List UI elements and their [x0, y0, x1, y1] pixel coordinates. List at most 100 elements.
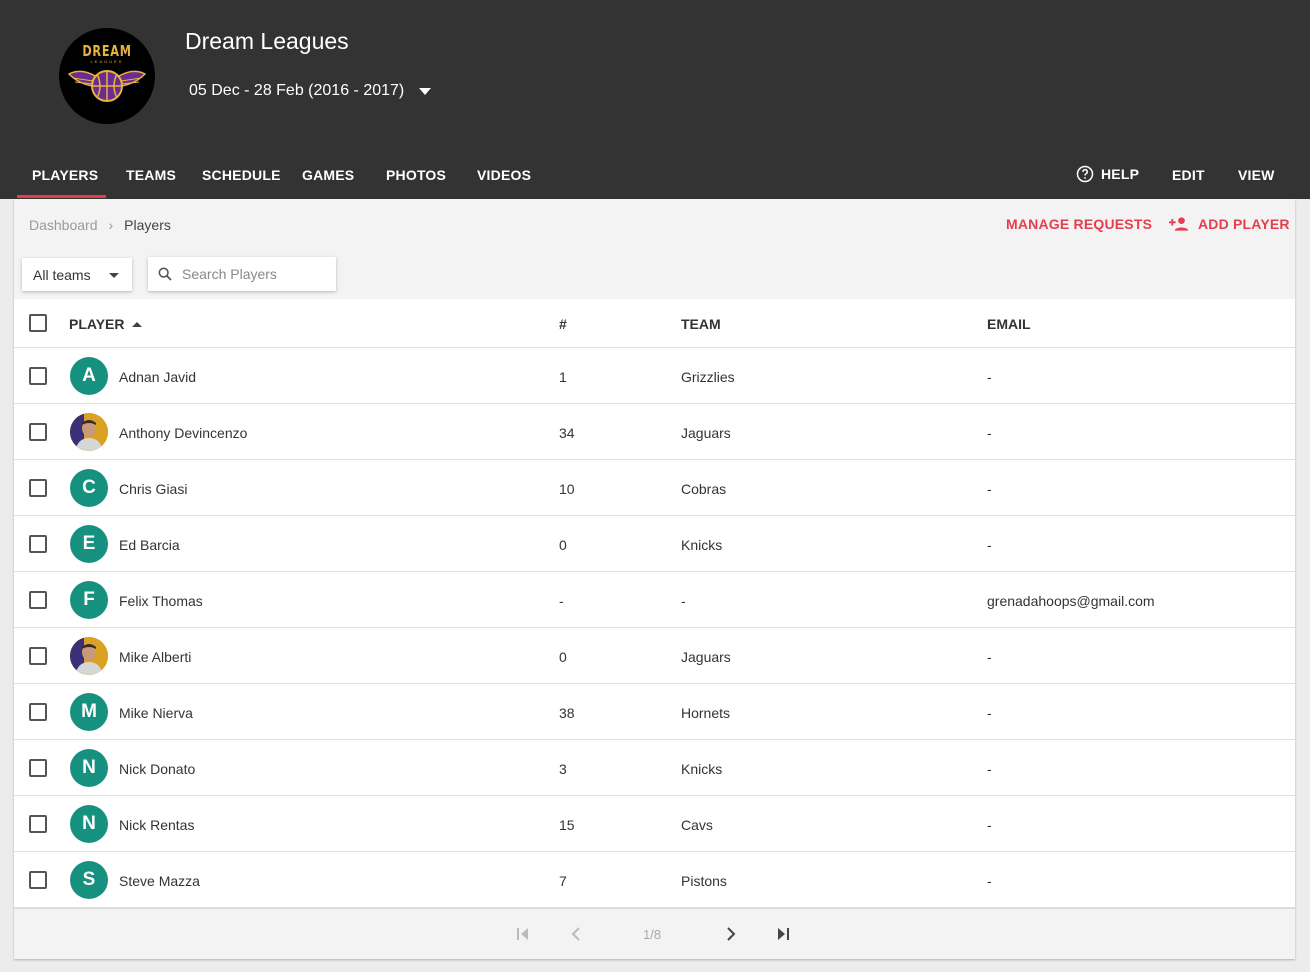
- add-player-button[interactable]: ADD PLAYER: [1169, 216, 1290, 232]
- caret-down-icon: [419, 87, 432, 95]
- player-photo-icon: [70, 413, 108, 451]
- player-avatar: N: [70, 805, 108, 843]
- league-logo: DREAM LEAGUES: [59, 28, 155, 124]
- player-number: 7: [559, 873, 567, 889]
- first-page-icon[interactable]: [516, 926, 530, 942]
- player-email: -: [987, 873, 992, 889]
- player-avatar: [70, 637, 108, 675]
- player-name[interactable]: Mike Alberti: [119, 649, 191, 665]
- search-field[interactable]: [148, 257, 336, 291]
- row-checkbox[interactable]: [29, 759, 47, 777]
- search-input[interactable]: [182, 266, 322, 282]
- view-button[interactable]: VIEW: [1238, 167, 1275, 183]
- sort-ascending-icon: [131, 322, 142, 327]
- previous-page-icon[interactable]: [570, 926, 582, 942]
- avatar-initial: N: [82, 757, 96, 778]
- player-team: Grizzlies: [681, 369, 735, 385]
- player-name[interactable]: Mike Nierva: [119, 705, 193, 721]
- table-row[interactable]: A Adnan Javid 1 Grizzlies -: [14, 348, 1295, 404]
- player-email: -: [987, 705, 992, 721]
- avatar-initial: A: [82, 365, 96, 386]
- player-avatar: S: [70, 861, 108, 899]
- player-avatar: N: [70, 749, 108, 787]
- avatar-initial: E: [82, 533, 96, 554]
- player-team: Jaguars: [681, 425, 731, 441]
- column-header-player[interactable]: PLAYER: [69, 316, 142, 332]
- column-header-team: TEAM: [681, 316, 721, 332]
- row-checkbox[interactable]: [29, 871, 47, 889]
- player-number: 34: [559, 425, 575, 441]
- player-name[interactable]: Steve Mazza: [119, 873, 200, 889]
- player-email: -: [987, 761, 992, 777]
- table-row[interactable]: S Steve Mazza 7 Pistons -: [14, 852, 1295, 908]
- row-checkbox[interactable]: [29, 815, 47, 833]
- player-email: -: [987, 481, 992, 497]
- player-team: Jaguars: [681, 649, 731, 665]
- row-checkbox[interactable]: [29, 367, 47, 385]
- add-player-label: ADD PLAYER: [1198, 216, 1290, 232]
- tab-teams[interactable]: TEAMS: [126, 167, 176, 183]
- player-name[interactable]: Nick Donato: [119, 761, 195, 777]
- edit-button[interactable]: EDIT: [1172, 167, 1205, 183]
- player-name[interactable]: Chris Giasi: [119, 481, 187, 497]
- table-row[interactable]: E Ed Barcia 0 Knicks -: [14, 516, 1295, 572]
- row-checkbox[interactable]: [29, 703, 47, 721]
- player-avatar: A: [70, 357, 108, 395]
- person-add-icon: [1169, 217, 1189, 231]
- row-checkbox[interactable]: [29, 647, 47, 665]
- help-label: HELP: [1101, 166, 1140, 182]
- player-team: Knicks: [681, 761, 723, 777]
- team-filter-select[interactable]: All teams: [22, 258, 132, 291]
- table-row[interactable]: N Nick Donato 3 Knicks -: [14, 740, 1295, 796]
- avatar-initial: S: [82, 869, 96, 890]
- logo-subtext: LEAGUES: [90, 59, 124, 64]
- avatar-initial: N: [82, 813, 96, 834]
- player-name[interactable]: Ed Barcia: [119, 537, 180, 553]
- breadcrumb-dashboard[interactable]: Dashboard: [29, 217, 98, 233]
- table-row[interactable]: C Chris Giasi 10 Cobras -: [14, 460, 1295, 516]
- tab-players[interactable]: PLAYERS: [32, 167, 98, 183]
- search-icon: [158, 267, 172, 281]
- player-email: -: [987, 537, 992, 553]
- player-number: 10: [559, 481, 575, 497]
- avatar-initial: F: [83, 589, 95, 610]
- player-email: grenadahoops@gmail.com: [987, 593, 1155, 609]
- table-row[interactable]: Mike Alberti 0 Jaguars -: [14, 628, 1295, 684]
- table-row[interactable]: F Felix Thomas - - grenadahoops@gmail.com: [14, 572, 1295, 628]
- player-name[interactable]: Adnan Javid: [119, 369, 196, 385]
- tab-videos[interactable]: VIDEOS: [477, 167, 531, 183]
- player-name[interactable]: Nick Rentas: [119, 817, 194, 833]
- player-number: 0: [559, 537, 567, 553]
- table-row[interactable]: Anthony Devincenzo 34 Jaguars -: [14, 404, 1295, 460]
- player-name[interactable]: Felix Thomas: [119, 593, 203, 609]
- table-row[interactable]: M Mike Nierva 38 Hornets -: [14, 684, 1295, 740]
- row-checkbox[interactable]: [29, 423, 47, 441]
- pagination-bar: 1/8: [14, 908, 1295, 959]
- player-number: 3: [559, 761, 567, 777]
- player-name[interactable]: Anthony Devincenzo: [119, 425, 247, 441]
- select-all-checkbox[interactable]: [29, 314, 47, 332]
- row-checkbox[interactable]: [29, 591, 47, 609]
- tab-photos[interactable]: PHOTOS: [386, 167, 446, 183]
- manage-requests-button[interactable]: MANAGE REQUESTS: [1006, 216, 1152, 232]
- help-button[interactable]: HELP: [1076, 165, 1139, 183]
- player-number: 0: [559, 649, 567, 665]
- breadcrumb: Dashboard › Players: [29, 217, 171, 233]
- tab-games[interactable]: GAMES: [302, 167, 354, 183]
- caret-down-icon: [109, 273, 119, 278]
- row-checkbox[interactable]: [29, 535, 47, 553]
- player-email: -: [987, 425, 992, 441]
- row-checkbox[interactable]: [29, 479, 47, 497]
- table-row[interactable]: N Nick Rentas 15 Cavs -: [14, 796, 1295, 852]
- player-photo-icon: [70, 637, 108, 675]
- player-team: Pistons: [681, 873, 727, 889]
- player-avatar: E: [70, 525, 108, 563]
- last-page-icon[interactable]: [776, 926, 790, 942]
- table-body: A Adnan Javid 1 Grizzlies - Anthony Devincenz…: [14, 348, 1295, 908]
- player-team: Cavs: [681, 817, 713, 833]
- next-page-icon[interactable]: [725, 926, 737, 942]
- team-filter-value: All teams: [33, 266, 91, 283]
- tab-schedule[interactable]: SCHEDULE: [202, 167, 281, 183]
- season-selector[interactable]: 05 Dec - 28 Feb (2016 - 2017): [189, 82, 432, 100]
- chevron-right-icon: ›: [108, 217, 114, 233]
